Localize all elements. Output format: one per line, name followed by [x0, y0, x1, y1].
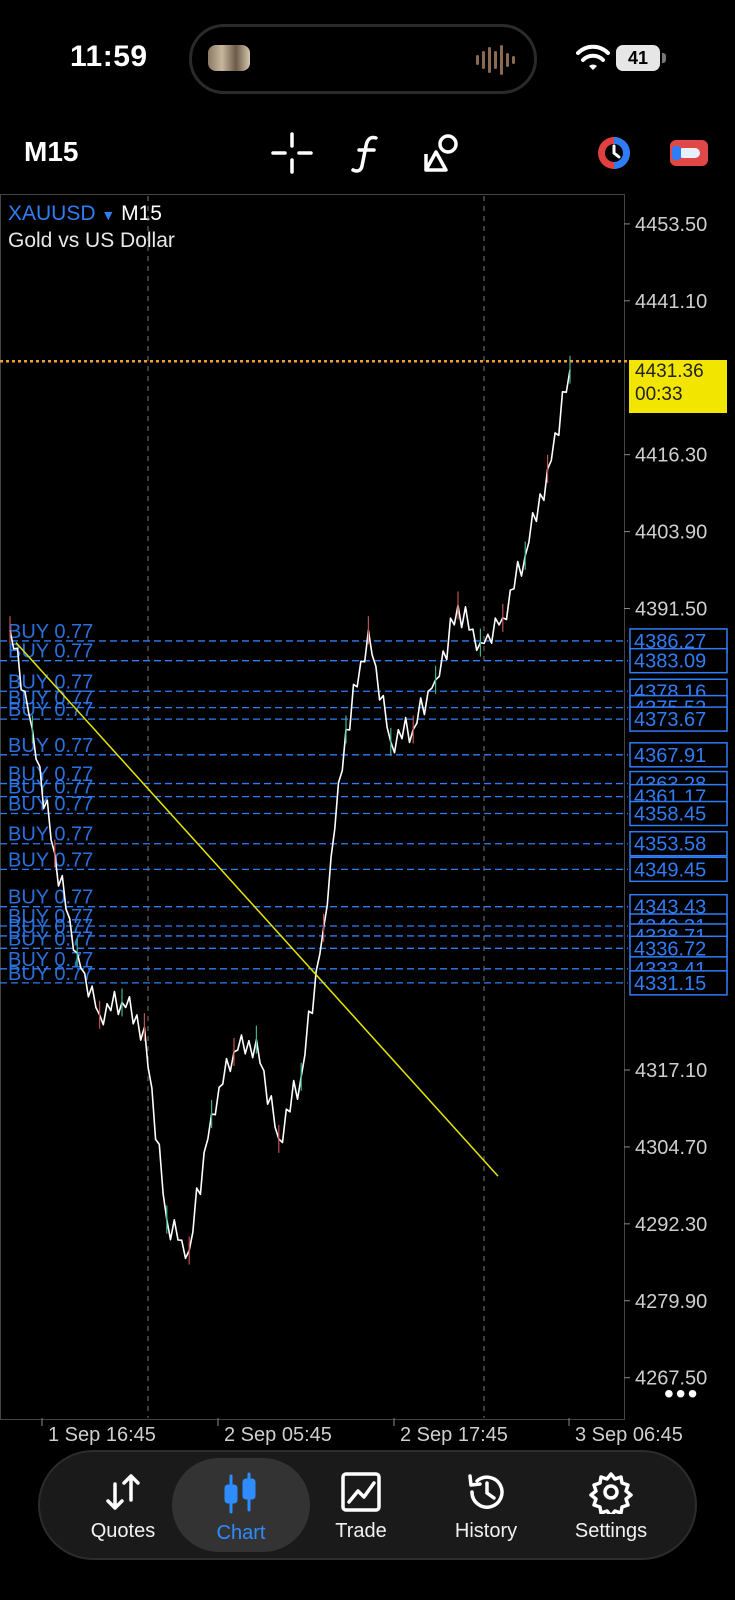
- order-price-label: 4338.71: [634, 926, 706, 948]
- order-price-box: [629, 694, 728, 721]
- nav-label: Chart: [216, 1522, 266, 1544]
- nav-chart[interactable]: Chart: [172, 1458, 310, 1552]
- order-price-label: 4378.16: [634, 681, 706, 703]
- symbol-selector[interactable]: XAUUSD ▼ M15: [8, 202, 162, 226]
- symbol-description: Gold vs US Dollar: [8, 229, 175, 252]
- order-price-label: 4353.58: [634, 834, 706, 856]
- y-tick-label: 4403.90: [635, 522, 707, 544]
- order-price-label: 4336.72: [634, 938, 706, 960]
- order-price-box: [629, 770, 728, 797]
- dynamic-island: [189, 24, 537, 94]
- y-tick-label: 4304.70: [635, 1137, 707, 1159]
- order-price-label: 4363.28: [634, 774, 706, 796]
- y-tick-label: 4416.30: [635, 445, 707, 467]
- order-price-label: 4358.45: [634, 804, 706, 826]
- current-price-tag: 4431.36 00:33: [629, 360, 727, 413]
- order-price-label: 4373.67: [634, 709, 706, 731]
- bottom-navigation: Quotes Chart Trade History Settings: [38, 1450, 697, 1560]
- chart-area[interactable]: [0, 194, 625, 1420]
- x-tick-label: 1 Sep 16:45: [48, 1424, 156, 1446]
- nav-settings[interactable]: Settings: [546, 1452, 676, 1558]
- account-icon[interactable]: [593, 132, 635, 174]
- order-price-label: 4340.31: [634, 916, 706, 938]
- nav-label: Settings: [574, 1520, 648, 1542]
- nav-label: History: [454, 1520, 518, 1542]
- y-tick-label: 4441.10: [635, 291, 707, 313]
- gear-icon: [589, 1472, 633, 1514]
- nav-quotes[interactable]: Quotes: [58, 1452, 188, 1558]
- order-price-box: [629, 923, 728, 949]
- timeframe-button[interactable]: M15: [24, 136, 78, 168]
- quotes-icon: [106, 1474, 140, 1510]
- order-price-box: [629, 783, 728, 810]
- order-price-box: [629, 628, 728, 654]
- candles-icon: [224, 1472, 256, 1514]
- battery-indicator: 41: [616, 45, 660, 71]
- x-tick-label: 2 Sep 05:45: [224, 1424, 332, 1446]
- nav-label: Quotes: [90, 1520, 156, 1542]
- more-icon[interactable]: •••: [664, 1378, 699, 1410]
- status-time: 11:59: [70, 40, 148, 73]
- order-price-box: [629, 706, 728, 732]
- order-price-box: [629, 647, 728, 674]
- audio-wave-icon: [476, 45, 515, 75]
- nav-trade[interactable]: Trade: [296, 1452, 426, 1558]
- y-tick-label: 4292.30: [635, 1214, 707, 1236]
- trade-icon: [341, 1472, 381, 1512]
- order-price-label: 4361.17: [634, 787, 706, 809]
- toggle-icon[interactable]: [668, 132, 710, 174]
- y-tick-label: 4317.10: [635, 1060, 707, 1082]
- crosshair-icon[interactable]: [271, 132, 313, 174]
- y-tick-label: 4453.50: [635, 214, 707, 236]
- objects-icon[interactable]: [422, 132, 464, 174]
- y-tick-label: 4391.50: [635, 599, 707, 621]
- order-price-label: 4383.09: [634, 651, 706, 673]
- nav-label: Trade: [335, 1520, 387, 1542]
- x-tick-label: 3 Sep 06:45: [575, 1424, 683, 1446]
- order-price-box: [629, 742, 728, 768]
- order-price-box: [629, 678, 728, 705]
- dropdown-icon: ▼: [101, 207, 116, 223]
- order-price-label: 4343.43: [634, 897, 706, 919]
- chart-timeframe: M15: [121, 202, 162, 225]
- order-price-box: [629, 913, 728, 939]
- nav-history[interactable]: History: [421, 1452, 551, 1558]
- order-price-box: [629, 830, 728, 857]
- order-price-box: [629, 893, 728, 920]
- wifi-icon: [576, 44, 610, 70]
- y-tick-label: 4279.90: [635, 1291, 707, 1313]
- order-price-box: [629, 956, 728, 982]
- order-price-label: 4331.15: [634, 973, 706, 995]
- order-price-box: [629, 856, 728, 883]
- order-price-label: 4333.41: [634, 959, 706, 981]
- history-icon: [468, 1474, 504, 1509]
- order-price-label: 4349.45: [634, 859, 706, 881]
- current-price: 4431.36: [635, 361, 704, 382]
- order-price-box: [629, 935, 728, 962]
- order-price-label: 4375.52: [634, 698, 706, 720]
- x-tick-label: 2 Sep 17:45: [400, 1424, 508, 1446]
- battery-tip: [662, 53, 666, 63]
- bar-countdown: 00:33: [635, 384, 683, 405]
- symbol-name[interactable]: XAUUSD: [8, 202, 96, 225]
- order-price-box: [629, 970, 728, 996]
- order-price-label: 4386.27: [634, 631, 706, 653]
- order-price-label: 4367.91: [634, 745, 706, 767]
- order-price-box: [629, 800, 728, 827]
- function-icon[interactable]: [346, 132, 388, 174]
- now-playing-artwork: [208, 45, 250, 71]
